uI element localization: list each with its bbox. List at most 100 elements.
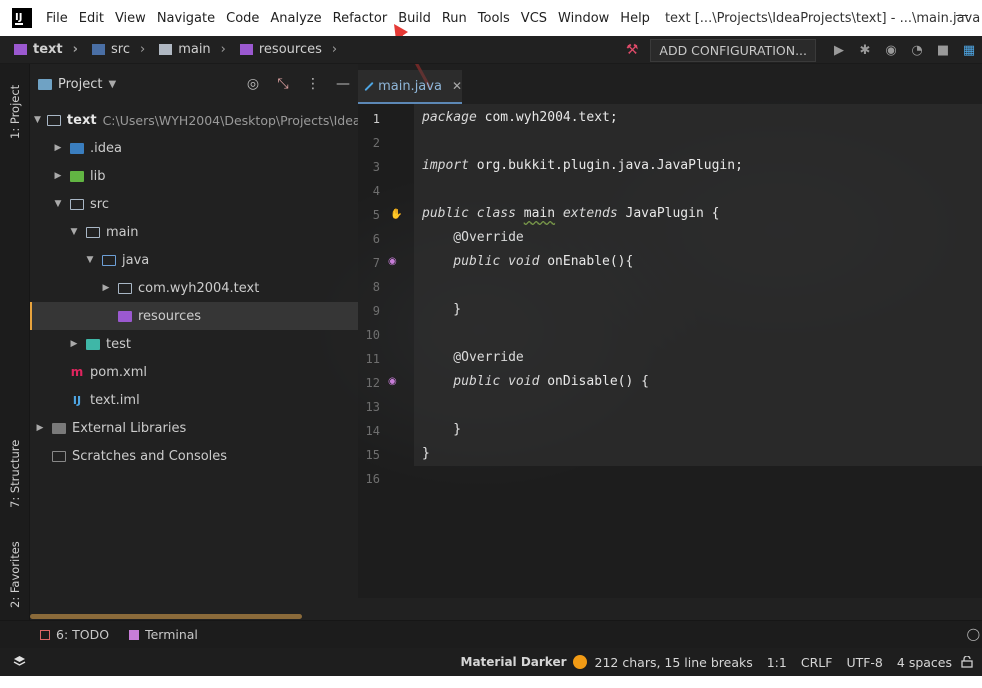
- menu-refactor[interactable]: Refactor: [333, 11, 388, 26]
- tree-node-scratches[interactable]: Scratches and Consoles: [30, 442, 358, 470]
- menu-help[interactable]: Help: [620, 11, 650, 26]
- stop-icon[interactable]: ■: [930, 43, 956, 58]
- chevron-down-icon: ▼: [54, 199, 62, 209]
- tab-project[interactable]: 1: Project: [3, 72, 27, 152]
- breadcrumb-resources[interactable]: resources ›: [239, 42, 337, 57]
- debug-icon[interactable]: ✱: [852, 43, 878, 58]
- chevron-down-icon: ▼: [34, 115, 41, 125]
- hide-panel-icon[interactable]: —: [328, 76, 358, 92]
- tree-node-idea[interactable]: ▶ .idea: [30, 134, 358, 162]
- code-text: org.bukkit.plugin.java.JavaPlugin;: [468, 158, 743, 173]
- tab-structure[interactable]: 7: Structure: [3, 424, 27, 524]
- layers-icon[interactable]: [13, 655, 26, 668]
- tab-terminal[interactable]: Terminal: [129, 627, 198, 642]
- menu-code[interactable]: Code: [226, 11, 259, 26]
- tree-node-resources[interactable]: resources: [30, 302, 358, 330]
- event-log-icon[interactable]: ◯: [967, 627, 980, 641]
- locate-file-icon[interactable]: ◎: [238, 76, 268, 92]
- tab-todo-label: 6: TODO: [56, 627, 110, 642]
- run-icon[interactable]: ▶: [826, 43, 852, 58]
- breadcrumb-src[interactable]: src ›: [92, 42, 145, 57]
- plugin-class-icon[interactable]: ✋: [390, 209, 402, 220]
- menu-window[interactable]: Window: [558, 11, 609, 26]
- line-number: 9: [372, 304, 380, 318]
- tab-favorites[interactable]: 2: Favorites: [3, 530, 27, 620]
- line-number: 6: [372, 232, 380, 246]
- read-only-toggle-icon[interactable]: [960, 656, 974, 668]
- menu-file[interactable]: File: [46, 11, 68, 26]
- keyword: extends: [562, 206, 618, 221]
- tree-node-iml[interactable]: IJ text.iml: [30, 386, 358, 414]
- project-view-selector[interactable]: Project ▼: [38, 77, 116, 92]
- tree-node-label: text: [66, 112, 97, 128]
- char-count[interactable]: 212 chars, 15 line breaks: [595, 655, 753, 670]
- line-number: 5: [372, 208, 380, 222]
- tree-node-test[interactable]: ▶ test: [30, 330, 358, 358]
- tab-main-java[interactable]: main.java ✕: [358, 70, 462, 104]
- project-structure-icon[interactable]: ▦: [956, 43, 982, 58]
- tree-node-pom[interactable]: m pom.xml: [30, 358, 358, 386]
- test-folder-icon: [86, 338, 100, 350]
- maven-file-icon: m: [70, 365, 84, 379]
- line-number: 13: [365, 400, 380, 414]
- override-method-icon[interactable]: ◉: [388, 256, 397, 267]
- code-line-7: public void onEnable(){: [422, 250, 633, 274]
- menu-analyze[interactable]: Analyze: [270, 11, 321, 26]
- keyword: public class: [422, 206, 516, 221]
- coverage-icon[interactable]: ◉: [878, 43, 904, 58]
- tree-node-lib[interactable]: ▶ lib: [30, 162, 358, 190]
- build-hammer-icon[interactable]: ⚒: [626, 42, 639, 58]
- close-icon[interactable]: ✕: [452, 79, 462, 93]
- menu-view[interactable]: View: [115, 11, 146, 26]
- tree-node-src[interactable]: ▼ src: [30, 190, 358, 218]
- collapse-all-icon[interactable]: ⤡: [268, 76, 298, 92]
- indent-setting[interactable]: 4 spaces: [897, 655, 952, 670]
- code-line-5: public class main extends JavaPlugin {: [422, 202, 719, 226]
- tree-node-java[interactable]: ▼ java: [30, 246, 358, 274]
- libraries-icon: [52, 422, 66, 434]
- tree-node-main[interactable]: ▼ main: [30, 218, 358, 246]
- minimize-button[interactable]: [956, 15, 968, 16]
- override-method-icon[interactable]: ◉: [388, 376, 397, 387]
- breadcrumb-main[interactable]: main ›: [159, 42, 226, 57]
- tree-node-label: src: [90, 196, 109, 212]
- tree-node-package[interactable]: ▶ com.wyh2004.text: [30, 274, 358, 302]
- tab-todo[interactable]: 6: TODO: [40, 627, 109, 642]
- caret-position[interactable]: 1:1: [767, 655, 787, 670]
- line-number: 10: [365, 328, 380, 342]
- tree-node-external-libraries[interactable]: ▶ External Libraries: [30, 414, 358, 442]
- more-options-icon[interactable]: ⋮: [298, 76, 328, 92]
- source-folder-icon: [92, 44, 105, 55]
- project-horizontal-scrollbar[interactable]: [30, 614, 302, 619]
- left-tool-stripe: 1: Project 7: Structure 2: Favorites: [0, 64, 30, 620]
- navigation-bar: text › src › main › resources › ⚒ ADD CO…: [0, 36, 982, 64]
- tree-node-label: lib: [90, 168, 106, 184]
- profile-icon[interactable]: ◔: [904, 43, 930, 58]
- java-class-icon: [364, 81, 374, 91]
- tab-label: main.java: [378, 78, 442, 94]
- keyword: public void: [422, 374, 540, 389]
- keyword: public void: [422, 254, 540, 269]
- line-separator[interactable]: CRLF: [801, 655, 833, 670]
- tree-node-label: External Libraries: [72, 420, 187, 436]
- menu-run[interactable]: Run: [442, 11, 467, 26]
- tree-node-label: resources: [138, 308, 202, 324]
- add-configuration-button[interactable]: ADD CONFIGURATION...: [650, 38, 816, 62]
- menu-tools[interactable]: Tools: [478, 11, 510, 26]
- line-number: 3: [372, 160, 380, 174]
- menu-navigate[interactable]: Navigate: [157, 11, 215, 26]
- chevron-right-icon: ›: [72, 42, 78, 57]
- theme-name[interactable]: Material Darker: [461, 655, 567, 669]
- run-toolbar: ⚒ ADD CONFIGURATION... ▶ ✱ ◉ ◔ ■ ▦: [626, 36, 982, 64]
- file-encoding[interactable]: UTF-8: [846, 655, 882, 670]
- tree-node-label: java: [122, 252, 150, 268]
- menu-vcs[interactable]: VCS: [521, 11, 547, 26]
- tree-node-text[interactable]: ▼ text C:\Users\WYH2004\Desktop\Projects…: [30, 106, 358, 134]
- bottom-tool-bar: 6: TODO Terminal ◯: [0, 620, 982, 648]
- line-number: 1: [372, 112, 380, 126]
- breadcrumb-text[interactable]: text ›: [14, 42, 78, 57]
- keyword: import: [422, 158, 469, 173]
- menu-edit[interactable]: Edit: [79, 11, 104, 26]
- line-number: 12: [365, 376, 380, 390]
- chevron-right-icon: ▶: [54, 143, 62, 153]
